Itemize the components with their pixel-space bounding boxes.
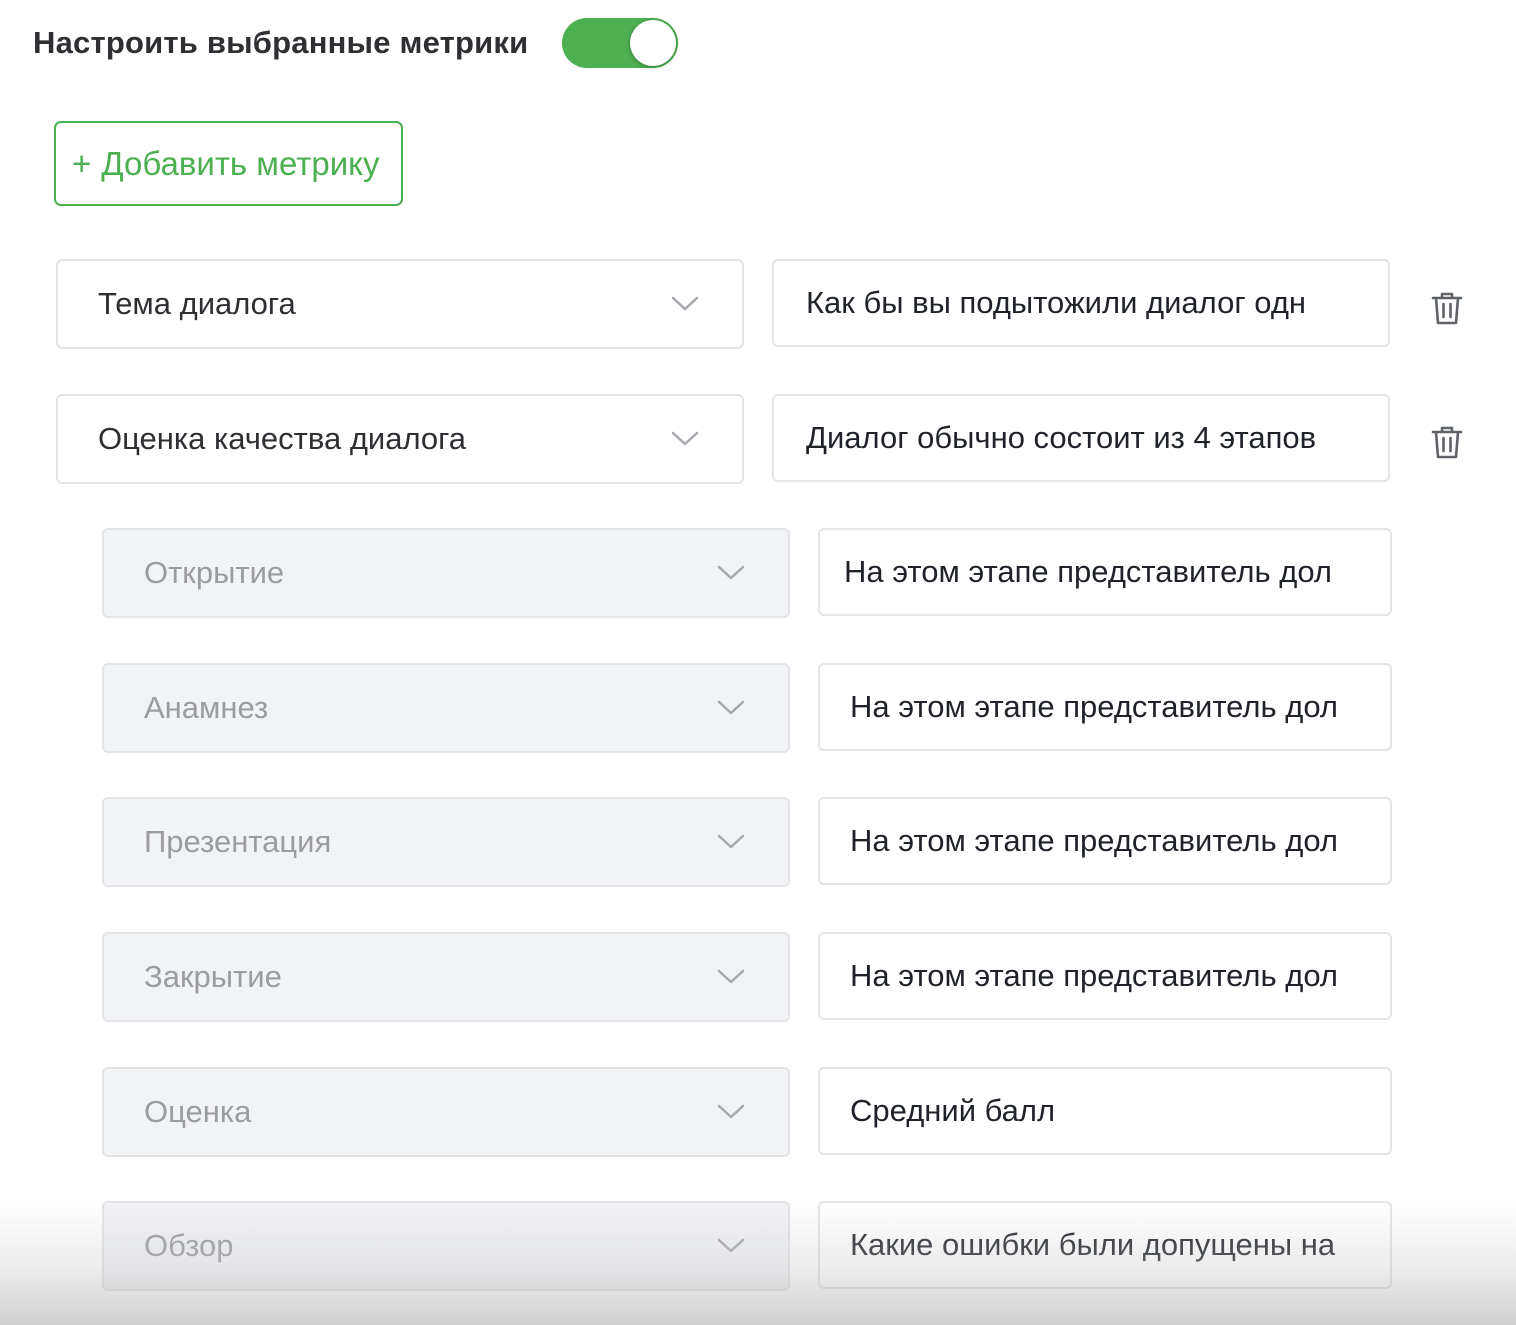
trash-icon[interactable]: [1430, 290, 1464, 326]
submetric-prompt-field-4[interactable]: Средний балл: [818, 1067, 1392, 1155]
submetric-select-2[interactable]: Презентация: [102, 797, 790, 887]
chevron-down-icon: [717, 1104, 745, 1119]
chevron-down-icon: [717, 700, 745, 715]
metric-prompt-field-0[interactable]: Как бы вы подытожили диалог одн: [772, 259, 1390, 347]
submetric-prompt-text: На этом этапе представитель дол: [850, 689, 1338, 724]
submetric-select-label: Оценка: [144, 1094, 252, 1129]
submetric-select-0[interactable]: Открытие: [102, 528, 790, 618]
submetric-select-label: Открытие: [144, 555, 285, 590]
metric-prompt-field-1[interactable]: Диалог обычно состоит из 4 этапов: [772, 394, 1390, 482]
submetric-prompt-text: Средний балл: [850, 1093, 1056, 1128]
trash-icon[interactable]: [1430, 424, 1464, 460]
chevron-down-icon: [717, 969, 745, 984]
submetric-select-1[interactable]: Анамнез: [102, 663, 790, 753]
add-metric-button[interactable]: + Добавить метрику: [54, 121, 403, 206]
submetric-prompt-field-3[interactable]: На этом этапе представитель дол: [818, 932, 1392, 1020]
metrics-toggle[interactable]: [562, 18, 678, 68]
submetric-select-label: Закрытие: [144, 959, 282, 994]
toggle-knob: [630, 20, 676, 66]
metric-select-label: Тема диалога: [98, 286, 296, 321]
submetric-select-label: Обзор: [144, 1228, 234, 1263]
submetric-prompt-field-5[interactable]: Какие ошибки были допущены на: [818, 1201, 1392, 1289]
submetric-prompt-field-0[interactable]: На этом этапе представитель дол: [818, 528, 1392, 616]
chevron-down-icon: [717, 834, 745, 849]
add-metric-label: Добавить метрику: [101, 144, 380, 182]
metric-select-1[interactable]: Оценка качества диалога: [56, 394, 744, 484]
submetric-select-4[interactable]: Оценка: [102, 1067, 790, 1157]
submetric-prompt-field-1[interactable]: На этом этапе представитель дол: [818, 663, 1392, 751]
submetric-prompt-text: На этом этапе представитель дол: [844, 554, 1332, 589]
plus-icon: +: [72, 144, 92, 182]
submetric-select-3[interactable]: Закрытие: [102, 932, 790, 1022]
submetric-prompt-field-2[interactable]: На этом этапе представитель дол: [818, 797, 1392, 885]
chevron-down-icon: [717, 565, 745, 580]
submetric-select-5[interactable]: Обзор: [102, 1201, 790, 1291]
settings-header: Настроить выбранные метрики: [33, 18, 528, 68]
metric-select-0[interactable]: Тема диалога: [56, 259, 744, 349]
submetric-select-label: Презентация: [144, 824, 332, 859]
metric-prompt-text: Как бы вы подытожили диалог одн: [806, 285, 1307, 320]
metric-prompt-text: Диалог обычно состоит из 4 этапов: [806, 420, 1317, 455]
submetric-prompt-text: На этом этапе представитель дол: [850, 958, 1338, 993]
chevron-down-icon: [671, 431, 699, 446]
submetric-select-label: Анамнез: [144, 690, 269, 725]
metric-select-label: Оценка качества диалога: [98, 421, 467, 456]
submetric-prompt-text: На этом этапе представитель дол: [850, 823, 1338, 858]
submetric-prompt-text: Какие ошибки были допущены на: [850, 1227, 1336, 1262]
chevron-down-icon: [671, 296, 699, 311]
chevron-down-icon: [717, 1238, 745, 1253]
page-title: Настроить выбранные метрики: [33, 25, 529, 60]
